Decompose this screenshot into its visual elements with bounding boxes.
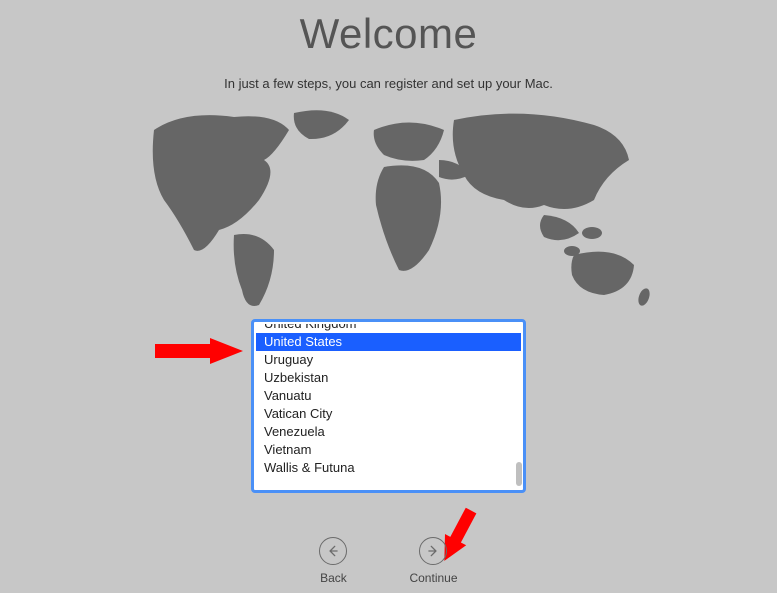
- list-item-selected[interactable]: United States: [256, 333, 521, 351]
- world-map: [124, 105, 654, 315]
- back-button[interactable]: Back: [319, 537, 347, 585]
- annotation-arrow-icon: [155, 338, 245, 368]
- list-item[interactable]: Uruguay: [256, 351, 521, 369]
- list-item[interactable]: Wallis & Futuna: [256, 459, 521, 477]
- back-label: Back: [320, 571, 347, 585]
- country-listbox[interactable]: United Kingdom United States Uruguay Uzb…: [251, 319, 526, 493]
- list-item[interactable]: United Kingdom: [256, 324, 521, 333]
- list-item[interactable]: Uzbekistan: [256, 369, 521, 387]
- list-item[interactable]: Venezuela: [256, 423, 521, 441]
- arrow-right-icon: [419, 537, 447, 565]
- list-item[interactable]: Vanuatu: [256, 387, 521, 405]
- page-subtitle: In just a few steps, you can register an…: [0, 76, 777, 91]
- list-item[interactable]: Vatican City: [256, 405, 521, 423]
- continue-button[interactable]: Continue: [409, 537, 457, 585]
- list-item[interactable]: Vietnam: [256, 441, 521, 459]
- continue-label: Continue: [409, 571, 457, 585]
- scrollbar-thumb[interactable]: [516, 462, 522, 486]
- page-title: Welcome: [0, 10, 777, 58]
- arrow-left-icon: [319, 537, 347, 565]
